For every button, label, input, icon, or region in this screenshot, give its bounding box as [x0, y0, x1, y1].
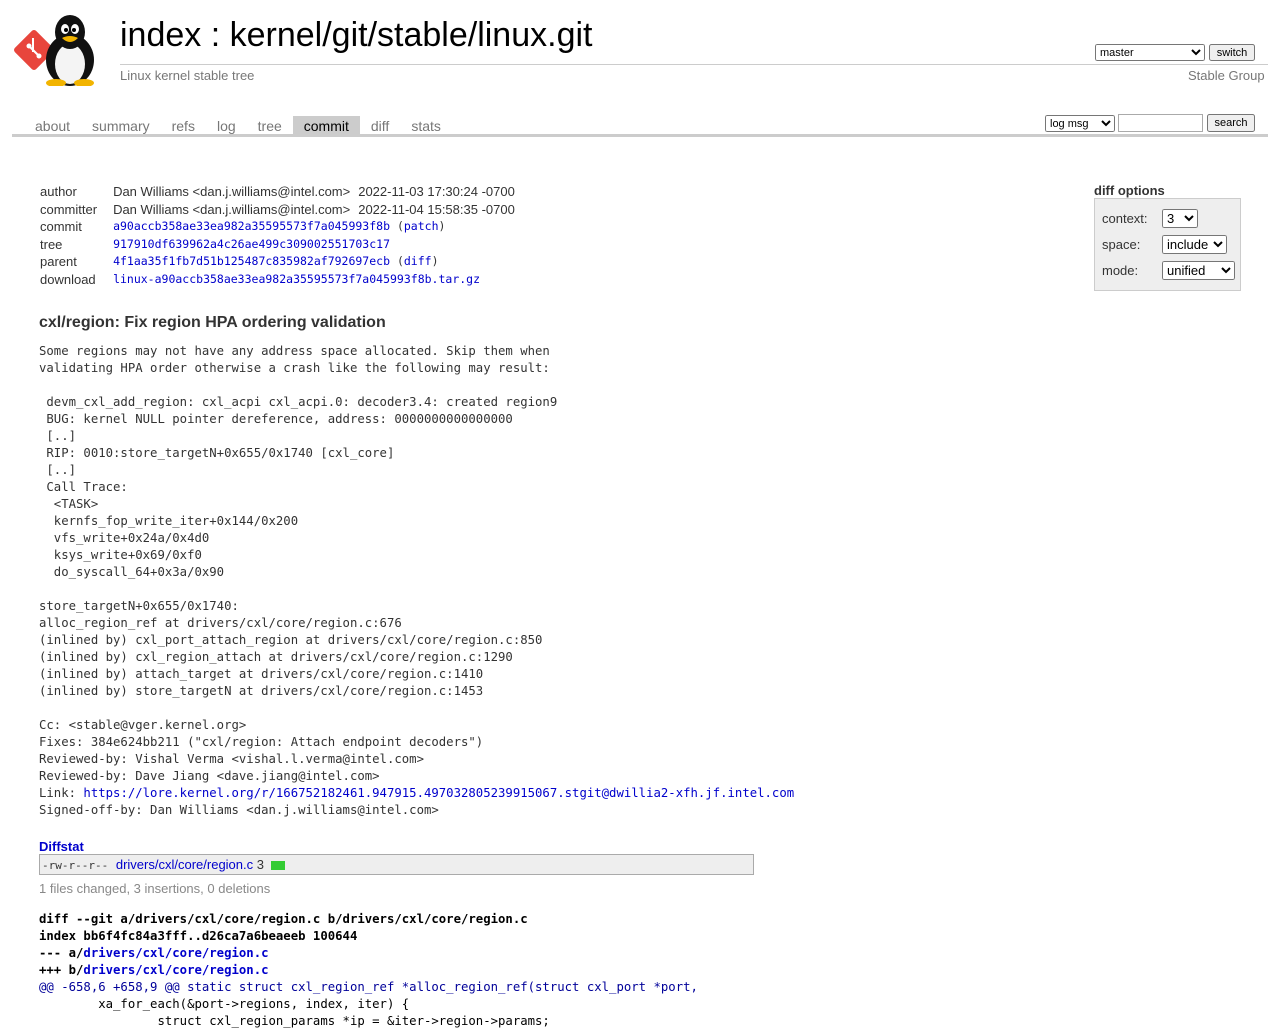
context-row: context: 3	[1102, 209, 1198, 229]
commit-info-table: author Dan Williams <dan.j.williams@inte…	[36, 183, 519, 289]
author-label: author	[40, 184, 77, 199]
search-type-select[interactable]: log msg	[1045, 115, 1115, 132]
diff-git-header: diff --git a/drivers/cxl/core/region.c b…	[39, 912, 528, 926]
diffstat-table: -rw-r--r-- drivers/cxl/core/region.c 3	[39, 854, 754, 875]
diff-context-line: struct cxl_region_params *ip = &iter->re…	[39, 1014, 550, 1028]
diffstat-changes: 3	[256, 857, 264, 872]
tux-git-logo-icon	[14, 15, 94, 87]
new-file-prefix: +++ b/	[39, 963, 84, 977]
title-separator: :	[201, 16, 230, 54]
old-file-link[interactable]: drivers/cxl/core/region.c	[83, 946, 268, 960]
space-select[interactable]: include	[1162, 235, 1227, 254]
tab-about[interactable]: about	[24, 116, 81, 136]
tab-diff[interactable]: diff	[360, 116, 400, 136]
search-input[interactable]	[1118, 114, 1203, 132]
diffstat-header-link[interactable]: Diffstat	[39, 839, 84, 854]
parent-cell: 4f1aa35f1fb7d51b125487c835982af792697ecb…	[113, 254, 439, 269]
mode-label: mode:	[1102, 263, 1139, 278]
tree-label: tree	[40, 236, 63, 252]
parent-row: parent 4f1aa35f1fb7d51b125487c835982af79…	[36, 253, 519, 271]
hunk-header: @@ -658,6 +658,9 @@ static struct cxl_re…	[39, 980, 698, 994]
space-row: space: include	[1102, 235, 1227, 255]
commit-cell: a90accb358ae33ea982a35595573f7a045993f8b…	[113, 219, 446, 234]
tab-tree[interactable]: tree	[247, 116, 293, 136]
diff-index-line: index bb6f4fc84a3fff..d26ca7a6beaeeb 100…	[39, 929, 358, 943]
tree-hash-link[interactable]: 917910df639962a4c26ae499c309002551703c17	[113, 237, 390, 251]
download-label: download	[40, 271, 96, 287]
parent-label: parent	[40, 254, 77, 270]
old-file-prefix: --- a/	[39, 946, 84, 960]
diffstat-summary: 1 files changed, 3 insertions, 0 deletio…	[39, 881, 271, 896]
header-divider	[120, 64, 1268, 65]
tree-row: tree 917910df639962a4c26ae499c3090025517…	[36, 236, 519, 254]
tab-commit[interactable]: commit	[292, 116, 360, 136]
cgit-logo[interactable]	[12, 8, 110, 87]
download-row: download linux-a90accb358ae33ea982a35595…	[36, 271, 519, 289]
repo-path-link[interactable]: kernel/git/stable/linux.git	[230, 16, 593, 54]
diff-options-panel: context: 3 space: include mode: unified	[1094, 198, 1241, 291]
tab-refs[interactable]: refs	[161, 116, 206, 136]
tree-cell: 917910df639962a4c26ae499c309002551703c17	[109, 236, 519, 254]
download-link[interactable]: linux-a90accb358ae33ea982a35595573f7a045…	[113, 272, 480, 286]
mode-select[interactable]: unified	[1162, 261, 1235, 280]
message-body: Some regions may not have any address sp…	[39, 344, 558, 800]
repo-description: Linux kernel stable tree	[120, 68, 255, 83]
diff-options-title: diff options	[1094, 183, 1165, 198]
lore-link[interactable]: https://lore.kernel.org/r/166752182461.9…	[83, 786, 794, 800]
branch-select[interactable]: master	[1095, 44, 1205, 61]
tabs-divider	[12, 134, 1268, 137]
search-button[interactable]: search	[1207, 114, 1255, 132]
switch-button[interactable]: switch	[1209, 44, 1255, 61]
tab-summary[interactable]: summary	[81, 116, 161, 136]
committer-value: Dan Williams <dan.j.williams@intel.com>	[113, 201, 351, 217]
context-select[interactable]: 3	[1162, 209, 1198, 228]
author-date: 2022-11-03 17:30:24 -0700	[358, 184, 515, 199]
patch-link[interactable]: patch	[404, 219, 439, 233]
repo-title: index : kernel/git/stable/linux.git	[120, 16, 593, 55]
commit-row: commit a90accb358ae33ea982a35595573f7a04…	[36, 218, 519, 236]
commit-hash-link[interactable]: a90accb358ae33ea982a35595573f7a045993f8b	[113, 219, 390, 233]
committer-date: 2022-11-04 15:58:35 -0700	[358, 201, 515, 217]
file-mode: -rw-r--r--	[42, 859, 109, 872]
new-file-link[interactable]: drivers/cxl/core/region.c	[83, 963, 268, 977]
diff-old-file-line: --- a/drivers/cxl/core/region.c	[39, 946, 269, 960]
commit-label: commit	[40, 219, 82, 235]
context-label: context:	[1102, 211, 1148, 226]
diffstat-file-link[interactable]: drivers/cxl/core/region.c	[116, 857, 253, 872]
mode-row: mode: unified	[1102, 261, 1235, 281]
insertions-bar	[270, 861, 285, 871]
parent-hash-link[interactable]: 4f1aa35f1fb7d51b125487c835982af792697ecb	[113, 254, 390, 268]
index-link[interactable]: index	[120, 16, 201, 54]
tab-log[interactable]: log	[206, 116, 247, 136]
tab-bar: about summary refs log tree commit diff …	[24, 116, 452, 136]
committer-label: committer	[40, 201, 98, 217]
commit-message: Some regions may not have any address sp…	[39, 343, 794, 819]
space-label: space:	[1102, 237, 1141, 252]
diff-view: diff --git a/drivers/cxl/core/region.c b…	[39, 911, 698, 1030]
download-cell: linux-a90accb358ae33ea982a35595573f7a045…	[109, 271, 519, 289]
tab-stats[interactable]: stats	[400, 116, 452, 136]
author-row: author Dan Williams <dan.j.williams@inte…	[36, 183, 519, 201]
message-signoff: Signed-off-by: Dan Williams <dan.j.willi…	[39, 803, 439, 817]
parent-diff-link[interactable]: diff	[404, 254, 432, 268]
commit-subject: cxl/region: Fix region HPA ordering vali…	[39, 314, 386, 331]
committer-row: committer Dan Williams <dan.j.williams@i…	[36, 201, 519, 219]
repo-owner: Stable Group	[1188, 68, 1265, 83]
diff-context-line: xa_for_each(&port->regions, index, iter)…	[39, 997, 410, 1011]
diff-new-file-line: +++ b/drivers/cxl/core/region.c	[39, 963, 269, 977]
author-value: Dan Williams <dan.j.williams@intel.com>	[113, 184, 351, 199]
